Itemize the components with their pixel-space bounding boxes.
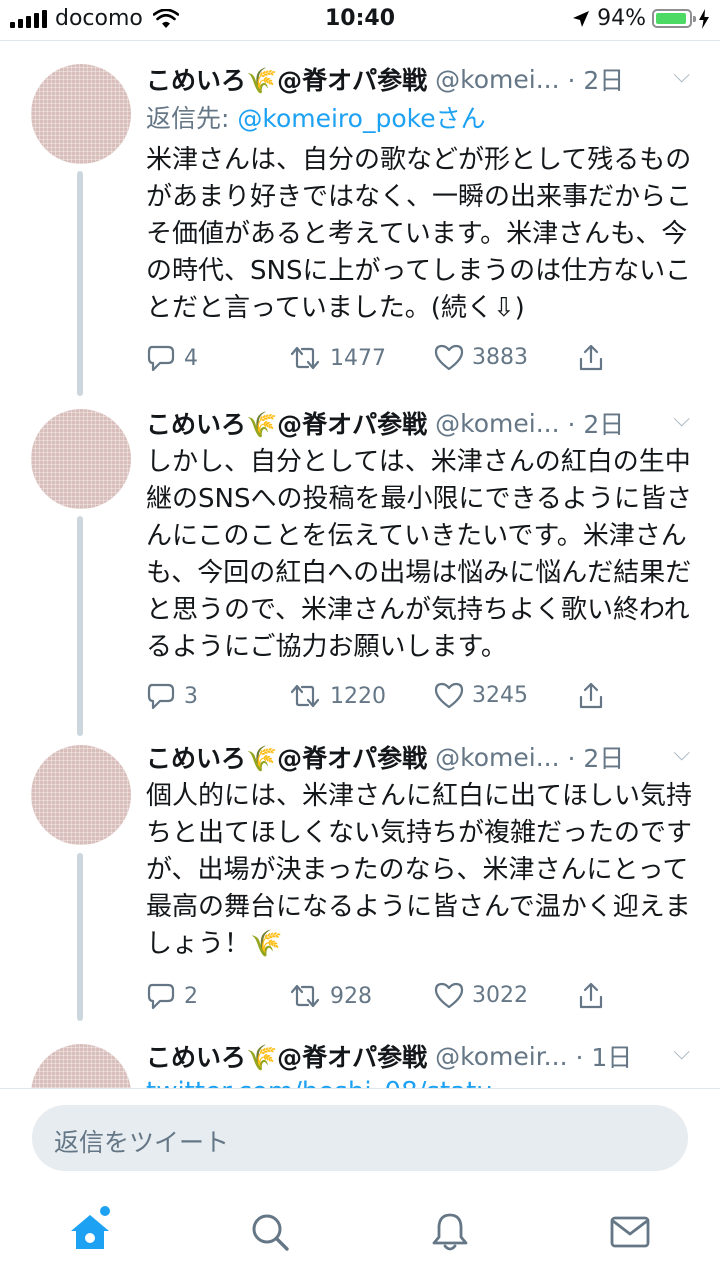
retweet-count: 928 (330, 983, 372, 1009)
reply-icon (147, 983, 175, 1010)
tweet-actions: 3 1220 3245 (146, 681, 616, 721)
tweet-link[interactable]: twitter.com/hoshi_08/statu... (146, 1074, 696, 1088)
like-count: 3245 (472, 682, 528, 708)
tweet-header: こめいろ🌾@脊オパ参戦 @komei... · 2日 ⌵ (146, 59, 706, 99)
share-button[interactable] (576, 681, 606, 711)
tweet[interactable]: こめいろ🌾@脊オパ参戦 @komei... · 2日 ⌵ 個人的には、米津さんに… (0, 731, 720, 1041)
user-handle[interactable]: @komei... (435, 743, 559, 772)
tweet-header: こめいろ🌾@脊オパ参戦 @komei... · 2日 ⌵ (146, 403, 706, 443)
home-icon (71, 1215, 109, 1249)
retweet-icon (290, 346, 320, 370)
thread-line (77, 516, 83, 736)
retweet-button[interactable]: 928 (288, 981, 372, 1011)
thread-line (77, 853, 83, 1021)
reply-to: 返信先: @komeiro_pokeさん (146, 104, 486, 133)
like-button[interactable]: 3022 (434, 981, 528, 1009)
retweet-icon (290, 984, 320, 1008)
battery-icon (652, 9, 696, 28)
heart-icon (434, 682, 464, 709)
location-arrow-icon (573, 10, 590, 27)
chevron-down-icon[interactable]: ⌵ (673, 407, 690, 432)
user-handle[interactable]: @komei... (435, 409, 559, 438)
retweet-count: 1477 (330, 345, 386, 371)
display-name[interactable]: こめいろ🌾@脊オパ参戦 (146, 739, 427, 775)
chevron-down-icon[interactable]: ⌵ (673, 63, 690, 88)
chevron-down-icon[interactable]: ⌵ (673, 1040, 690, 1065)
notification-dot (100, 1206, 110, 1216)
reply-mention-link[interactable]: @komeiro_pokeさん (237, 104, 485, 133)
tweet-header: こめいろ🌾@脊オパ参戦 @komei... · 2日 ⌵ (146, 737, 706, 777)
like-count: 3022 (472, 982, 528, 1008)
tweet-time: · 2日 (559, 410, 625, 439)
tab-home[interactable] (60, 1202, 120, 1262)
reply-icon (147, 345, 175, 372)
thread-line (77, 171, 83, 396)
like-button[interactable]: 3883 (434, 343, 528, 371)
tweet-time: · 1日 (567, 1043, 633, 1072)
reply-input[interactable]: 返信をツイート (32, 1105, 688, 1171)
display-name[interactable]: こめいろ🌾@脊オパ参戦 (146, 1038, 427, 1074)
display-name[interactable]: こめいろ🌾@脊オパ参戦 (146, 405, 427, 441)
charging-bolt-icon (699, 8, 709, 29)
share-icon (579, 682, 603, 709)
retweet-button[interactable]: 1477 (288, 343, 386, 373)
share-icon (579, 344, 603, 371)
retweet-button[interactable]: 1220 (288, 681, 386, 711)
status-bar: docomo 10:40 94% (0, 0, 720, 40)
avatar[interactable] (31, 1044, 131, 1088)
messages-icon (610, 1216, 650, 1248)
retweet-icon (290, 684, 320, 708)
like-count: 3883 (472, 344, 528, 370)
user-handle[interactable]: @komei... (435, 65, 559, 94)
share-button[interactable] (576, 343, 606, 373)
display-name[interactable]: こめいろ🌾@脊オパ参戦 (146, 61, 427, 97)
reply-icon (147, 683, 175, 710)
tweet-thread[interactable]: こめいろ🌾@脊オパ参戦 @komei... · 2日 ⌵ 返信先: @komei… (0, 41, 720, 1088)
heart-icon (434, 982, 464, 1009)
reply-button[interactable]: 2 (146, 981, 198, 1011)
battery-percent: 94% (597, 6, 646, 31)
reply-count: 3 (184, 683, 198, 709)
reply-divider (0, 1088, 720, 1089)
tweet-text: 米津さんは、自分の歌などが形として残るものがあまり好きではなく、一瞬の出来事だか… (146, 145, 693, 323)
reply-placeholder: 返信をツイート (54, 1128, 230, 1157)
tweet-time: · 2日 (559, 744, 625, 773)
tweet[interactable]: こめいろ🌾@脊オパ参戦 @komei... · 2日 ⌵ 返信先: @komei… (0, 41, 720, 396)
heart-icon (434, 344, 464, 371)
avatar[interactable] (31, 64, 131, 164)
reply-button[interactable]: 3 (146, 681, 198, 711)
tweet-text: 個人的には、米津さんに紅白に出てほしい気持ちと出てほしくない気持ちが複雑だったの… (146, 781, 693, 959)
tweet-actions: 4 1477 3883 (146, 343, 616, 383)
notifications-icon (432, 1213, 468, 1251)
chevron-down-icon[interactable]: ⌵ (673, 741, 690, 766)
tweet-header: こめいろ🌾@脊オパ参戦 @komeir... · 1日 ⌵ (146, 1036, 706, 1076)
avatar[interactable] (31, 409, 131, 509)
tab-search[interactable] (240, 1202, 300, 1262)
tweet[interactable]: こめいろ🌾@脊オパ参戦 @komei... · 2日 ⌵ しかし、自分としては、… (0, 391, 720, 736)
tweet[interactable]: こめいろ🌾@脊オパ参戦 @komeir... · 1日 ⌵ twitter.co… (0, 1036, 720, 1088)
retweet-count: 1220 (330, 683, 386, 709)
tweet-text: しかし、自分としては、米津さんの紅白の生中継のSNSへの投稿を最小限にできるよう… (146, 447, 692, 662)
tab-notifications[interactable] (420, 1202, 480, 1262)
reply-button[interactable]: 4 (146, 343, 198, 373)
user-handle[interactable]: @komeir... (435, 1042, 567, 1071)
like-button[interactable]: 3245 (434, 681, 528, 709)
reply-count: 2 (184, 983, 198, 1009)
tab-bar (0, 1190, 720, 1280)
tab-messages[interactable] (600, 1202, 660, 1262)
share-icon (579, 982, 603, 1009)
reply-count: 4 (184, 345, 198, 371)
avatar[interactable] (31, 745, 131, 845)
tweet-actions: 2 928 3022 (146, 981, 616, 1021)
tweet-time: · 2日 (559, 66, 625, 95)
share-button[interactable] (576, 981, 606, 1011)
search-icon (252, 1214, 289, 1251)
